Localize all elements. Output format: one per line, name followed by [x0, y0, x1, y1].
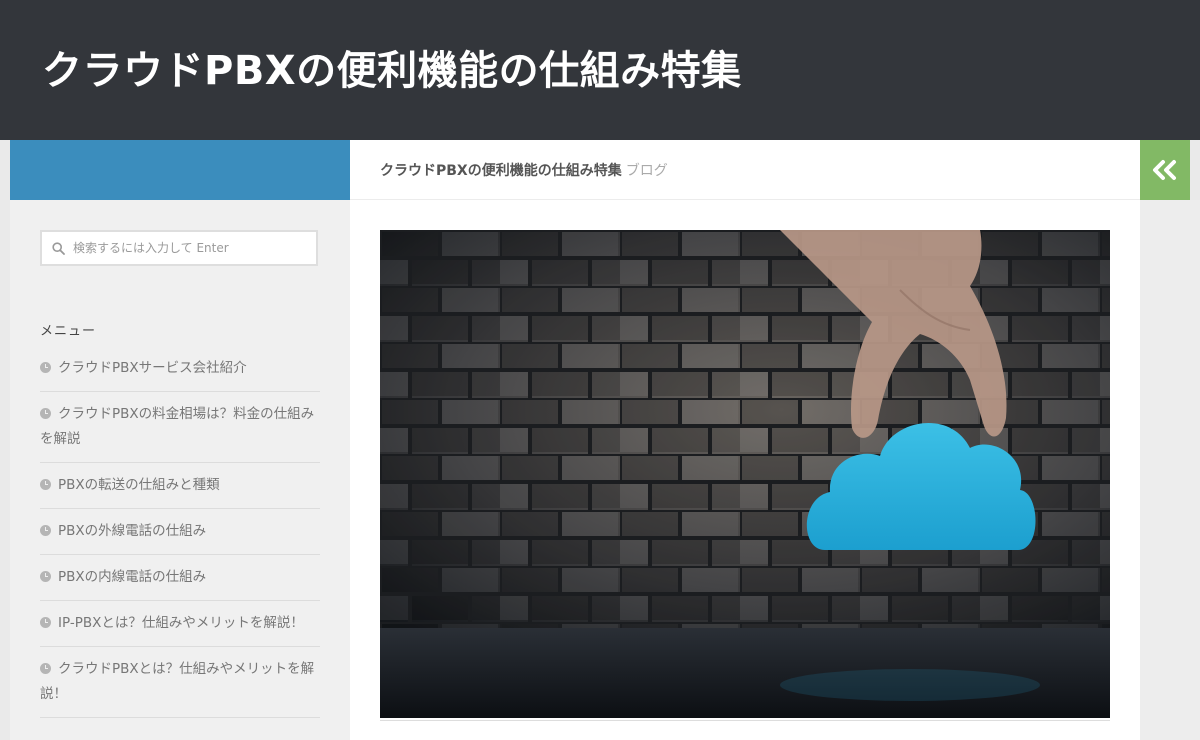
menu-item-what-is-cloud-pbx[interactable]: クラウドPBXとは？仕組みやメリットを解説！ [40, 647, 320, 718]
featured-image-art [380, 230, 1110, 718]
featured-image[interactable] [380, 230, 1110, 718]
menu-item-cloud-pbx-companies[interactable]: クラウドPBXサービス会社紹介 [40, 350, 320, 392]
menu-item-cloud-pbx-pricing[interactable]: クラウドPBXの料金相場は？料金の仕組みを解説 [40, 392, 320, 463]
clock-icon [40, 524, 51, 536]
breadcrumb-bar: クラウドPBXの便利機能の仕組み特集 ブログ [350, 140, 1140, 200]
breadcrumb: クラウドPBXの便利機能の仕組み特集 ブログ [380, 160, 668, 180]
menu-list: クラウドPBXサービス会社紹介 クラウドPBXの料金相場は？料金の仕組みを解説 … [40, 350, 320, 718]
clock-icon [40, 616, 51, 628]
sidebar: メニュー クラウドPBXサービス会社紹介 クラウドPBXの料金相場は？料金の仕組… [10, 200, 350, 740]
menu-item-label[interactable]: IP-PBXとは？仕組みやメリットを解説！ [58, 615, 304, 631]
menu-heading: メニュー [40, 324, 97, 339]
clock-icon [40, 361, 51, 373]
menu-item-pbx-extension-call[interactable]: PBXの内線電話の仕組み [40, 555, 320, 601]
clock-icon [40, 407, 51, 419]
clock-icon [40, 662, 51, 674]
clock-icon [40, 570, 51, 582]
menu-item-label[interactable]: クラウドPBXとは？仕組みやメリットを解説！ [40, 661, 314, 702]
menu-item-label[interactable]: クラウドPBXサービス会社紹介 [58, 360, 247, 376]
menu-item-label[interactable]: PBXの転送の仕組みと種類 [58, 477, 220, 493]
clock-icon [40, 478, 51, 490]
sidebar-toggle-button[interactable] [1140, 140, 1190, 200]
menu-item-label[interactable]: PBXの外線電話の仕組み [58, 523, 206, 539]
search-input[interactable] [71, 240, 305, 256]
menu-item-ip-pbx[interactable]: IP-PBXとは？仕組みやメリットを解説！ [40, 601, 320, 647]
breadcrumb-section: ブログ [625, 163, 668, 179]
menu-item-pbx-transfer[interactable]: PBXの転送の仕組みと種類 [40, 463, 320, 509]
menu-item-label[interactable]: PBXの内線電話の仕組み [58, 569, 206, 585]
breadcrumb-current[interactable]: クラウドPBXの便利機能の仕組み特集 [380, 163, 622, 179]
double-chevron-left-icon [1153, 160, 1176, 180]
right-strip [1140, 200, 1200, 740]
search-icon [52, 241, 65, 255]
menu-item-label[interactable]: クラウドPBXの料金相場は？料金の仕組みを解説 [40, 406, 314, 447]
sidebar-top-bar [10, 140, 350, 200]
main-content: クラウドPBXの便利機能の仕組み特集 ブログ [350, 140, 1140, 740]
content-divider [380, 720, 1110, 721]
site-header: クラウドPBXの便利機能の仕組み特集 [0, 0, 1200, 140]
site-title[interactable]: クラウドPBXの便利機能の仕組み特集 [42, 38, 742, 96]
search-box[interactable] [40, 230, 318, 266]
menu-item-pbx-external-call[interactable]: PBXの外線電話の仕組み [40, 509, 320, 555]
